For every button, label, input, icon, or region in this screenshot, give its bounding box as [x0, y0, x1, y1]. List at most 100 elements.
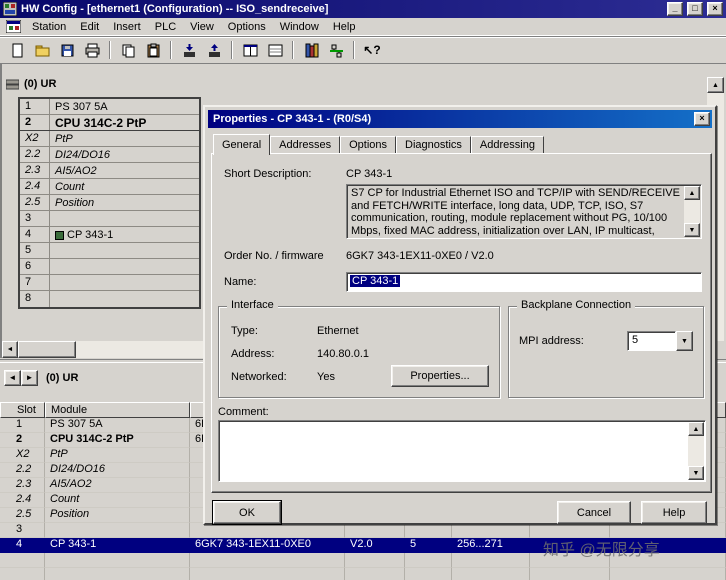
header-slot[interactable]: Slot: [0, 402, 45, 418]
header-module[interactable]: Module: [45, 402, 190, 418]
scroll-left-icon[interactable]: ◄: [2, 341, 18, 358]
dialog-title: Properties - CP 343-1 - (R0/S4): [213, 113, 372, 125]
new-station-icon: [12, 43, 22, 57]
open-station-button[interactable]: [30, 39, 54, 61]
rack-row[interactable]: 2.4 Count: [20, 179, 199, 195]
context-help-button[interactable]: ↖?: [360, 39, 384, 61]
menu-window[interactable]: Window: [273, 19, 326, 35]
rack-row[interactable]: 2.2 DI24/DO16: [20, 147, 199, 163]
toolbar-separator: [292, 41, 294, 59]
save-compile-button[interactable]: [55, 39, 79, 61]
copy-icon: [122, 44, 134, 57]
type-value: Ethernet: [317, 325, 359, 337]
description-scrollbar[interactable]: ▲ ▼: [684, 186, 700, 237]
network-button[interactable]: [324, 39, 348, 61]
rack-module-name: [50, 291, 199, 307]
tab-diagnostics[interactable]: Diagnostics: [396, 136, 471, 153]
rack-row[interactable]: 4 CP 343-1: [20, 227, 199, 243]
interface-groupbox: Interface Type: Ethernet Address: 140.80…: [218, 299, 500, 398]
cell-order: [190, 553, 345, 568]
order-label: Order No. / firmware: [224, 250, 324, 262]
rack-row[interactable]: 2.3 AI5/AO2: [20, 163, 199, 179]
main-titlebar[interactable]: HW Config - [ethernet1 (Configuration) -…: [0, 0, 726, 18]
upload-button[interactable]: [202, 39, 226, 61]
rack-row[interactable]: 2.5 Position: [20, 195, 199, 211]
rack-row[interactable]: 5: [20, 243, 199, 259]
cell-i-address: [452, 568, 530, 580]
tab-general[interactable]: General: [213, 134, 271, 155]
name-input[interactable]: CP 343-1: [346, 272, 702, 292]
table-row[interactable]: [0, 568, 726, 580]
properties-dialog: Properties - CP 343-1 - (R0/S4) × Genera…: [203, 105, 717, 525]
menu-options[interactable]: Options: [221, 19, 273, 35]
close-button[interactable]: ×: [707, 2, 723, 16]
dialog-close-button[interactable]: ×: [694, 112, 710, 126]
paste-button[interactable]: [141, 39, 165, 61]
download-icon: [183, 43, 195, 57]
nav-forward-button[interactable]: ►: [21, 370, 38, 386]
split-view-button[interactable]: [238, 39, 262, 61]
address-overview-button[interactable]: [263, 39, 287, 61]
cell-mpi: [405, 568, 452, 580]
nav-back-button[interactable]: ◄: [4, 370, 21, 386]
mpi-address-label: MPI address:: [519, 335, 584, 347]
maximize-button[interactable]: □: [687, 2, 703, 16]
hw-config-window: HW Config - [ethernet1 (Configuration) -…: [0, 0, 726, 580]
cell-module: Position: [45, 508, 190, 523]
download-button[interactable]: [177, 39, 201, 61]
context-help-icon: ↖?: [363, 43, 381, 57]
scroll-up-icon[interactable]: ▲: [688, 422, 704, 436]
scrollbar-thumb[interactable]: [18, 341, 76, 358]
mpi-address-value[interactable]: 5: [627, 331, 676, 351]
comment-label: Comment:: [218, 406, 269, 418]
print-icon: [85, 43, 99, 57]
rack-module-name: [50, 259, 199, 274]
rack-row[interactable]: 2 CPU 314C-2 PtP: [20, 115, 199, 131]
print-button[interactable]: [80, 39, 104, 61]
interface-properties-button[interactable]: Properties...: [391, 365, 489, 387]
chevron-down-icon[interactable]: ▼: [676, 331, 693, 351]
child-window-icon[interactable]: [6, 20, 21, 33]
order-value: 6GK7 343-1EX11-0XE0 / V2.0: [346, 250, 494, 262]
rack-module-name: AI5/AO2: [55, 165, 97, 177]
scroll-up-icon[interactable]: ▲: [707, 77, 724, 93]
rack-row[interactable]: 1 PS 307 5A: [20, 99, 199, 115]
menu-station[interactable]: Station: [25, 19, 73, 35]
rack-row[interactable]: 7: [20, 275, 199, 291]
mpi-address-combobox[interactable]: 5 ▼: [627, 331, 693, 351]
copy-button[interactable]: [116, 39, 140, 61]
menu-view[interactable]: View: [183, 19, 221, 35]
help-button[interactable]: Help: [641, 501, 707, 524]
menu-help[interactable]: Help: [326, 19, 363, 35]
rack-row[interactable]: 8: [20, 291, 199, 307]
comment-input[interactable]: ▲ ▼: [218, 420, 706, 482]
tab-addresses[interactable]: Addresses: [270, 136, 341, 153]
dialog-titlebar[interactable]: Properties - CP 343-1 - (R0/S4) ×: [208, 110, 712, 128]
name-input-selected-text: CP 343-1: [350, 275, 401, 287]
rack-table: 1 PS 307 5A 2 CPU 314C-2 PtP X2 PtP 2.2 …: [18, 97, 201, 309]
cell-module: Count: [45, 493, 190, 508]
menu-plc[interactable]: PLC: [148, 19, 183, 35]
tab-addressing[interactable]: Addressing: [470, 136, 544, 153]
cancel-button[interactable]: Cancel: [557, 501, 631, 524]
networked-value: Yes: [317, 371, 335, 383]
toolbar-separator: [231, 41, 233, 59]
scroll-down-icon[interactable]: ▼: [688, 466, 704, 480]
scroll-up-icon[interactable]: ▲: [684, 186, 700, 200]
menu-edit[interactable]: Edit: [73, 19, 106, 35]
rack-row[interactable]: X2 PtP: [20, 131, 199, 147]
rack-row[interactable]: 3: [20, 211, 199, 227]
catalog-button[interactable]: [299, 39, 323, 61]
comment-scrollbar[interactable]: ▲ ▼: [688, 422, 704, 480]
menu-insert[interactable]: Insert: [106, 19, 148, 35]
scroll-down-icon[interactable]: ▼: [684, 223, 700, 237]
new-station-button[interactable]: [5, 39, 29, 61]
minimize-button[interactable]: _: [667, 2, 683, 16]
cell-firmware: [345, 523, 405, 538]
toolbar-separator: [353, 41, 355, 59]
rack-row[interactable]: 6: [20, 259, 199, 275]
tab-options[interactable]: Options: [340, 136, 397, 153]
short-description-label: Short Description:: [224, 168, 312, 180]
ok-button[interactable]: OK: [212, 500, 282, 525]
cell-firmware: V2.0: [350, 538, 373, 550]
